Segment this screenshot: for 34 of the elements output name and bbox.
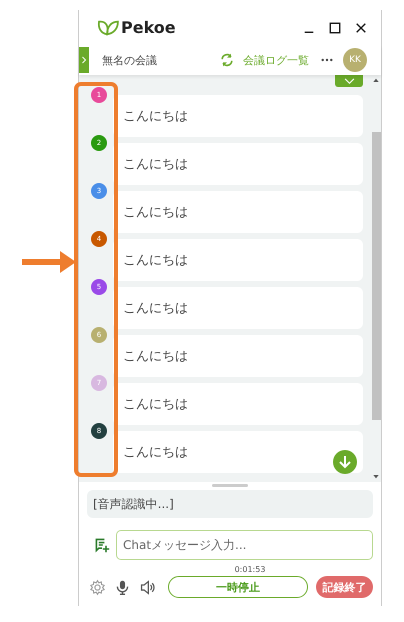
pause-button[interactable]: 一時停止 [168, 576, 308, 598]
close-icon[interactable] [355, 22, 367, 34]
elapsed-time: 0:01:53 [234, 565, 266, 574]
leaf-logo-icon [97, 18, 119, 36]
message-card: こんにちは [113, 239, 363, 281]
message-card: こんにちは [113, 143, 363, 185]
app-name: Pekoe [121, 18, 176, 37]
settings-icon[interactable] [89, 578, 106, 596]
maximize-icon[interactable] [329, 22, 341, 34]
microphone-icon[interactable] [114, 578, 131, 596]
meeting-title: 無名の会議 [102, 52, 157, 68]
chevron-down-icon [344, 78, 354, 84]
add-message-icon[interactable] [94, 537, 110, 553]
message-card: こんにちは [113, 335, 363, 377]
message-card: こんにちは [113, 191, 363, 233]
speaker-icon[interactable] [139, 578, 156, 596]
sidebar-toggle[interactable] [79, 47, 89, 73]
more-icon[interactable] [321, 58, 333, 62]
message-card: こんにちは [113, 287, 363, 329]
refresh-icon[interactable] [219, 52, 235, 68]
message-card: こんにちは [113, 431, 363, 473]
user-avatar[interactable]: KK [343, 48, 367, 72]
scroll-down-button[interactable] [333, 450, 357, 474]
scroll-down-icon[interactable] [373, 475, 379, 479]
pointer-arrow [22, 251, 76, 273]
recognition-status: [音声認識中...] [87, 490, 373, 518]
meeting-log-link[interactable]: 会議ログ一覧 [243, 52, 309, 68]
collapse-button[interactable] [335, 75, 363, 87]
chevron-right-icon [81, 55, 87, 65]
message-card: こんにちは [113, 383, 363, 425]
chat-input-field[interactable]: Chatメッセージ入力... [116, 530, 373, 560]
message-card: こんにちは [113, 95, 363, 137]
scroll-up-icon[interactable] [373, 78, 379, 82]
stop-recording-button[interactable]: 記録終了 [316, 576, 373, 598]
